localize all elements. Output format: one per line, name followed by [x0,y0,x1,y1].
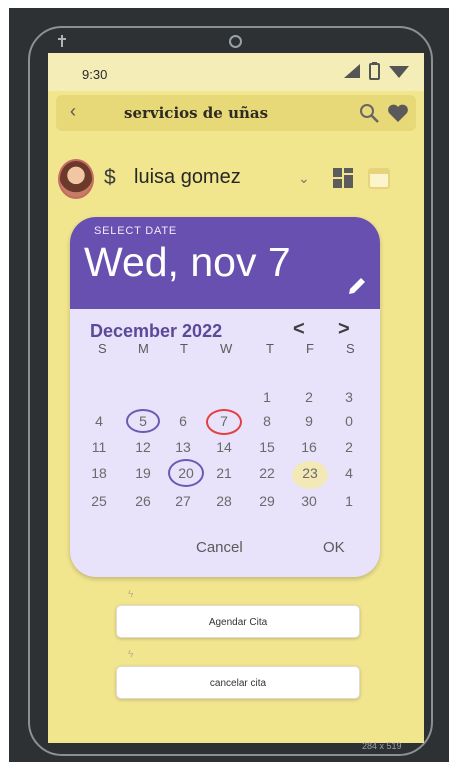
user-row: $ luisa gomez ⌄ [58,157,414,201]
weekday-label: M [138,341,149,356]
lightning-icon: ϟ [128,589,134,600]
lightning-icon: ϟ [128,649,134,660]
next-month-button[interactable]: > [338,318,350,341]
calendar-day[interactable]: 25 [84,493,114,509]
date-picker-dialog: SELECT DATE Wed, nov 7 December 2022 < >… [70,217,380,577]
calendar-day[interactable]: 8 [252,413,282,429]
weekday-label: T [180,341,188,356]
frame-size-label: 284 x 519 [362,741,402,751]
calendar-day[interactable]: 11 [84,439,114,455]
avatar[interactable] [58,159,94,199]
wifi-icon [389,66,409,78]
battery-icon [369,62,380,80]
calendar-day[interactable]: 2 [294,389,324,405]
calendar-day[interactable]: 19 [128,465,158,481]
pin-icon [58,35,66,47]
calendar-day[interactable]: 21 [209,465,239,481]
calendar-day[interactable]: 26 [128,493,158,509]
month-year-label[interactable]: December 2022 [90,321,222,342]
calendar-day[interactable]: 2 [334,439,364,455]
weekday-label: F [306,341,314,356]
app-bar-actions [358,102,410,124]
schedule-appointment-button[interactable]: Agendar Cita [116,605,360,638]
selected-date: Wed, nov 7 [84,239,291,285]
calendar-day[interactable]: 4 [84,413,114,429]
edit-icon[interactable] [346,275,368,297]
calendar-day[interactable]: 5 [128,413,158,429]
calendar-day[interactable]: 20 [171,465,201,481]
calendar-day[interactable]: 6 [168,413,198,429]
user-name: luisa gomez [134,166,241,188]
cancel-button[interactable]: Cancel [196,539,243,556]
grid-view-icon[interactable] [332,167,354,189]
status-bar: 9:30 [48,53,424,91]
status-icons [343,62,410,80]
select-date-label: SELECT DATE [94,225,177,237]
previous-month-button[interactable]: < [293,318,305,341]
calendar-day[interactable]: 28 [209,493,239,509]
calendar-day[interactable]: 23 [295,465,325,481]
calendar-day[interactable]: 4 [334,465,364,481]
app-bar: ‹ servicios de uñas [56,95,416,131]
weekday-label: S [98,341,107,356]
calendar-day[interactable]: 7 [209,413,239,429]
date-picker-header: SELECT DATE Wed, nov 7 [70,217,380,309]
currency-icon: $ [104,166,116,189]
app-title: servicios de uñas [124,104,269,122]
search-icon[interactable] [358,102,380,124]
weekday-label: W [220,341,233,356]
cancel-appointment-button[interactable]: cancelar cita [116,666,360,699]
calendar-day[interactable]: 9 [294,413,324,429]
calendar-day[interactable]: 13 [168,439,198,455]
calendar-day[interactable]: 30 [294,493,324,509]
app-screen: 9:30 ‹ servicios de uñas $ luisa gomez ⌄ [48,53,424,743]
calendar-day[interactable]: 3 [334,389,364,405]
calendar-day[interactable]: 0 [334,413,364,429]
calendar-day[interactable]: 16 [294,439,324,455]
camera-icon [229,35,242,48]
heart-icon[interactable] [386,102,410,124]
calendar-day[interactable]: 1 [252,389,282,405]
calendar-day[interactable]: 12 [128,439,158,455]
calendar-day[interactable]: 15 [252,439,282,455]
calendar-day[interactable]: 29 [252,493,282,509]
chevron-down-icon[interactable]: ⌄ [298,170,310,187]
calendar-day[interactable]: 27 [168,493,198,509]
calendar-day[interactable]: 14 [209,439,239,455]
ok-button[interactable]: OK [323,539,345,556]
signal-icon [344,64,360,78]
calendar-day[interactable]: 18 [84,465,114,481]
calendar-day[interactable]: 1 [334,493,364,509]
calendar-icon[interactable] [368,167,390,189]
calendar-day[interactable]: 22 [252,465,282,481]
weekday-label: S [346,341,355,356]
status-time: 9:30 [82,67,108,82]
weekday-label: T [266,341,274,356]
back-button[interactable]: ‹ [70,101,76,122]
